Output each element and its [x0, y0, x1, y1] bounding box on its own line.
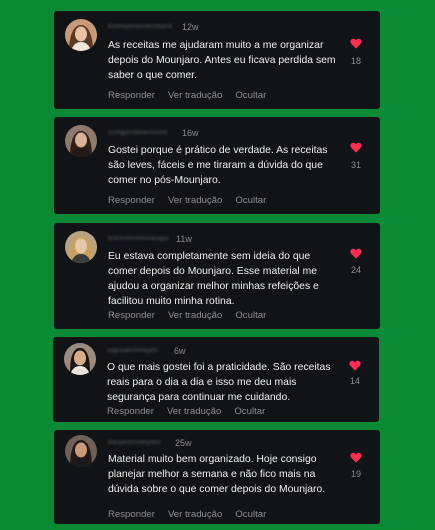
comment-card: is1hgorodeautsone 16w Gostei porque é pr… [54, 117, 380, 214]
heart-icon[interactable] [350, 38, 362, 49]
username[interactable]: is1hgorodeautsone [108, 130, 168, 136]
see-translation-button[interactable]: Ver tradução [167, 406, 221, 417]
comment-time: 12w [182, 22, 199, 32]
comment-time: 6w [174, 346, 186, 356]
reply-button[interactable]: Responder [108, 509, 155, 520]
username[interactable]: tiduyestriomydes [108, 440, 161, 446]
comment-actions: Responder Ver tradução Ocultar [108, 509, 279, 520]
reply-button[interactable]: Responder [108, 310, 155, 321]
avatar[interactable] [65, 435, 97, 467]
comment-card: fcoreshoshtoseuqui 11w Eu estava complet… [54, 223, 380, 329]
comment-text: O que mais gostei foi a praticidade. São… [107, 362, 331, 403]
heart-icon[interactable] [350, 248, 362, 259]
see-translation-button[interactable]: Ver tradução [168, 509, 222, 520]
comment-actions: Responder Ver tradução Ocultar [108, 90, 279, 101]
like-count: 24 [350, 265, 361, 275]
like-count: 14 [349, 376, 360, 386]
comment-text: Material muito bem organizado. Hoje cons… [108, 454, 326, 495]
reply-button[interactable]: Responder [108, 90, 155, 101]
heart-icon[interactable] [350, 452, 362, 463]
comment-time: 25w [175, 438, 192, 448]
comment-text: As receitas me ajudaram muito a me organ… [108, 40, 336, 81]
username[interactable]: liopisakofotejom [107, 348, 158, 354]
see-translation-button[interactable]: Ver tradução [168, 90, 222, 101]
heart-icon[interactable] [350, 142, 362, 153]
see-translation-button[interactable]: Ver tradução [168, 310, 222, 321]
hide-button[interactable]: Ocultar [234, 406, 265, 417]
comment-text: Gostei porque é prático de verdade. As r… [108, 145, 328, 186]
like-count: 19 [350, 469, 361, 479]
comment-card: liopisakofotejom 6w O que mais gostei fo… [53, 337, 379, 422]
see-translation-button[interactable]: Ver tradução [168, 195, 222, 206]
hide-button[interactable]: Ocultar [235, 195, 266, 206]
avatar[interactable] [65, 19, 97, 51]
heart-icon[interactable] [349, 360, 361, 371]
username[interactable]: fcoreshoshtoseuqui [108, 236, 169, 242]
avatar[interactable] [65, 231, 97, 263]
comment-text: Eu estava completamente sem ideia do que… [108, 251, 319, 307]
reply-button[interactable]: Responder [107, 406, 154, 417]
comment-actions: Responder Ver tradução Ocultar [108, 310, 279, 321]
like-count: 31 [350, 160, 361, 170]
avatar[interactable] [64, 343, 96, 375]
hide-button[interactable]: Ocultar [235, 509, 266, 520]
avatar[interactable] [65, 125, 97, 157]
hide-button[interactable]: Ocultar [235, 90, 266, 101]
hide-button[interactable]: Ocultar [235, 310, 266, 321]
comment-card: homeyenBeterzBane 12w As receitas me aju… [54, 11, 380, 109]
comment-actions: Responder Ver tradução Ocultar [108, 195, 279, 206]
comment-time: 16w [182, 128, 199, 138]
like-count: 18 [350, 56, 361, 66]
reply-button[interactable]: Responder [108, 195, 155, 206]
comment-actions: Responder Ver tradução Ocultar [107, 406, 278, 417]
comment-time: 11w [176, 234, 192, 244]
username[interactable]: homeyenBeterzBane [108, 24, 173, 30]
comment-card: tiduyestriomydes 25w Material muito bem … [54, 430, 380, 524]
